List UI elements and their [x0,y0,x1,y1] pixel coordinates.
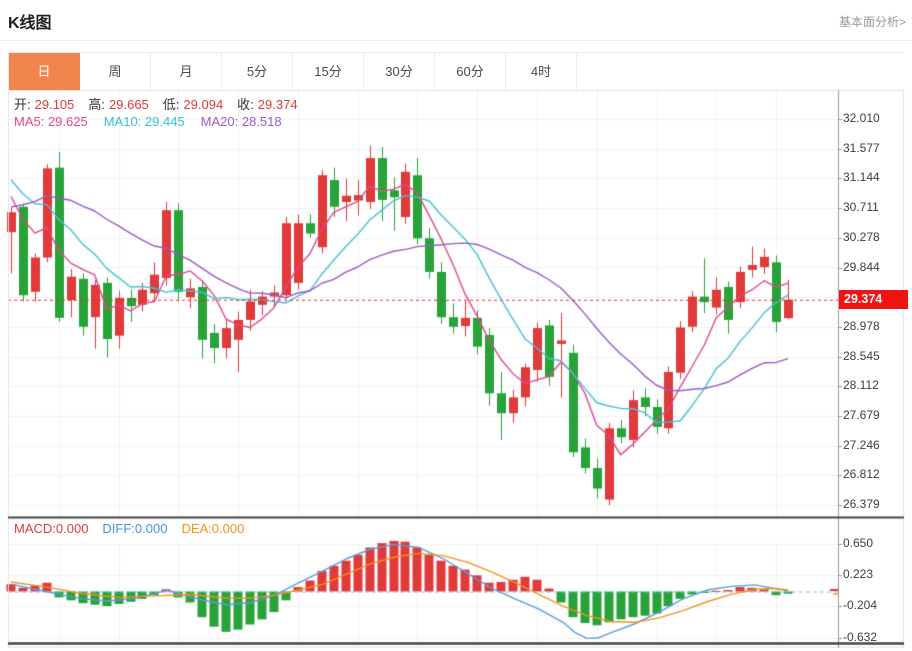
ohlc-key-1: 高: [88,97,105,112]
fundamental-analysis-link[interactable]: 基本面分析> [839,13,906,30]
tab-period-4[interactable]: 15分 [293,53,364,90]
tab-period-7[interactable]: 4时 [506,53,577,90]
macd-tick-label-2: -0.204 [843,598,901,612]
price-tick-label-11: 26.812 [843,467,901,481]
kline-app: K线图 基本面分析> 日周月5分15分30分60分4时 开: 29.105 高: 29… [0,0,912,651]
macd-legend-item-0: MACD:0.000 [14,521,88,536]
ohlc-value-3: 29.374 [258,97,298,112]
price-tick-label-8: 28.112 [843,378,901,392]
price-tick-label-2: 31.144 [843,170,901,184]
page-title: K线图 [8,9,52,33]
price-tick-label-10: 27.246 [843,438,901,452]
ohlc-value-0: 29.105 [35,97,75,112]
macd-legend-item-1: DIFF:0.000 [102,521,167,536]
price-tick-label-12: 26.379 [843,497,901,511]
macd-legend-item-2: DEA:0.000 [181,521,244,536]
price-tick-label-5: 29.844 [843,260,901,274]
price-tick-label-1: 31.577 [843,141,901,155]
ma-legend-item-0: MA5: 29.625 [14,114,88,129]
price-tick-label-0: 32.010 [843,111,901,125]
tab-period-2[interactable]: 月 [151,53,222,90]
tab-period-5[interactable]: 30分 [364,53,435,90]
ohlc-value-1: 29.665 [109,97,149,112]
macd-legend: MACD:0.000 DIFF:0.000 DEA:0.000 [14,521,258,536]
ma-legend-item-1: MA10: 29.445 [104,114,185,129]
price-tick-label-7: 28.545 [843,349,901,363]
period-tab-bar: 日周月5分15分30分60分4时 [8,52,904,90]
current-price-badge: 29.374 [839,290,908,309]
ohlc-key-0: 开: [14,97,31,112]
macd-tick-label-0: 0.650 [843,536,901,550]
tab-period-3[interactable]: 5分 [222,53,293,90]
tab-period-6[interactable]: 60分 [435,53,506,90]
ohlc-key-2: 低: [163,97,180,112]
macd-tick-label-1: 0.223 [843,567,901,581]
ohlc-legend: 开: 29.105 高: 29.665 低:29.094 收: 29.374 [14,94,312,113]
ma-legend-item-2: MA20: 28.518 [201,114,282,129]
macd-tick-label-3: -0.632 [843,630,901,644]
ohlc-value-2: 29.094 [183,97,223,112]
tab-period-0[interactable]: 日 [9,53,80,90]
header-divider [0,40,912,41]
ohlc-key-3: 收: [237,97,254,112]
price-tick-label-3: 30.711 [843,200,901,214]
price-tick-label-4: 30.278 [843,230,901,244]
tab-period-1[interactable]: 周 [80,53,151,90]
ma-legend: MA5: 29.625 MA10: 29.445 MA20: 28.518 [14,114,298,129]
price-tick-label-6: 28.978 [843,319,901,333]
price-tick-label-9: 27.679 [843,408,901,422]
